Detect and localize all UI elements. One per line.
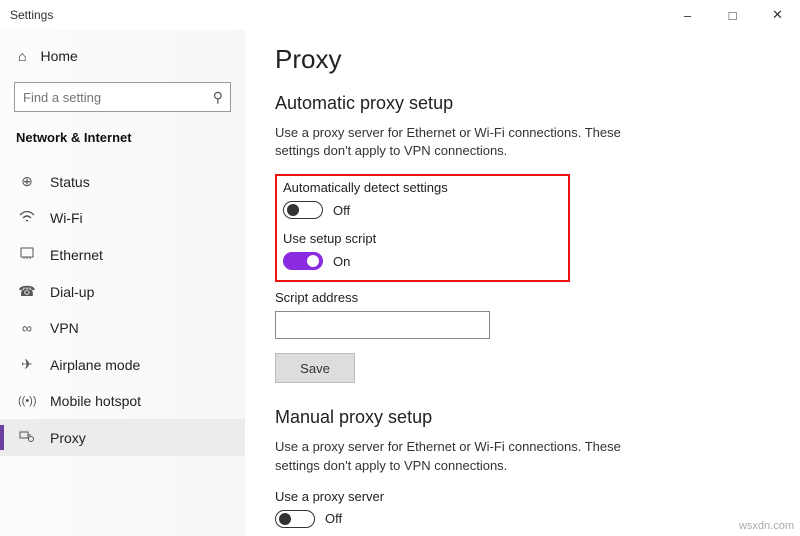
sidebar-item-label: Dial-up	[50, 284, 94, 300]
sidebar-item-hotspot[interactable]: ((•)) Mobile hotspot	[0, 383, 245, 419]
home-button[interactable]: ⌂ Home	[0, 40, 245, 72]
sidebar-item-label: Wi-Fi	[50, 210, 83, 226]
watermark: wsxdn.com	[739, 520, 794, 532]
auto-desc: Use a proxy server for Ethernet or Wi-Fi…	[275, 124, 645, 160]
script-address-label: Script address	[275, 290, 770, 305]
page-title: Proxy	[275, 44, 770, 75]
manual-heading: Manual proxy setup	[275, 407, 770, 428]
main-content: Proxy Automatic proxy setup Use a proxy …	[245, 30, 800, 536]
sidebar-item-label: Proxy	[50, 430, 86, 446]
sidebar-item-wifi[interactable]: Wi-Fi	[0, 200, 245, 236]
home-icon: ⌂	[18, 48, 26, 64]
sidebar-item-label: Status	[50, 174, 90, 190]
sidebar-item-label: Ethernet	[50, 247, 103, 263]
detect-label: Automatically detect settings	[283, 180, 448, 195]
use-proxy-toggle[interactable]	[275, 510, 315, 528]
home-label: Home	[40, 48, 77, 64]
sidebar-item-airplane[interactable]: ✈ Airplane mode	[0, 346, 245, 383]
sidebar-item-vpn[interactable]: ∞ VPN	[0, 310, 245, 346]
titlebar: Settings – □ ✕	[0, 0, 800, 30]
maximize-button[interactable]: □	[710, 0, 755, 30]
search-icon: ⚲	[213, 89, 223, 106]
sidebar-item-dialup[interactable]: ☎ Dial-up	[0, 273, 245, 310]
manual-desc: Use a proxy server for Ethernet or Wi-Fi…	[275, 438, 645, 474]
script-toggle[interactable]	[283, 252, 323, 270]
script-toggle-state: On	[333, 254, 350, 269]
dialup-icon: ☎	[18, 283, 36, 300]
vpn-icon: ∞	[18, 320, 36, 336]
detect-toggle-state: Off	[333, 203, 350, 218]
wifi-icon	[18, 210, 36, 226]
search-input[interactable]	[14, 82, 231, 112]
airplane-icon: ✈	[18, 356, 36, 373]
use-proxy-state: Off	[325, 511, 342, 526]
script-label: Use setup script	[283, 231, 448, 246]
minimize-button[interactable]: –	[665, 0, 710, 30]
sidebar-item-label: Mobile hotspot	[50, 393, 141, 409]
script-address-input[interactable]	[275, 311, 490, 339]
auto-heading: Automatic proxy setup	[275, 93, 770, 114]
proxy-icon	[18, 429, 36, 446]
highlight-box: Automatically detect settings Off Use se…	[275, 174, 570, 282]
section-heading: Network & Internet	[0, 124, 245, 157]
sidebar: ⌂ Home ⚲ Network & Internet ⊕ Status Wi-…	[0, 30, 245, 536]
use-proxy-label: Use a proxy server	[275, 489, 770, 504]
sidebar-item-label: VPN	[50, 320, 79, 336]
sidebar-item-ethernet[interactable]: Ethernet	[0, 236, 245, 273]
save-button[interactable]: Save	[275, 353, 355, 383]
hotspot-icon: ((•))	[18, 395, 36, 407]
ethernet-icon	[18, 246, 36, 263]
status-icon: ⊕	[18, 173, 36, 190]
sidebar-item-status[interactable]: ⊕ Status	[0, 163, 245, 200]
detect-toggle[interactable]	[283, 201, 323, 219]
sidebar-item-label: Airplane mode	[50, 357, 140, 373]
window-title: Settings	[10, 8, 53, 22]
sidebar-item-proxy[interactable]: Proxy	[0, 419, 245, 456]
close-button[interactable]: ✕	[755, 0, 800, 30]
